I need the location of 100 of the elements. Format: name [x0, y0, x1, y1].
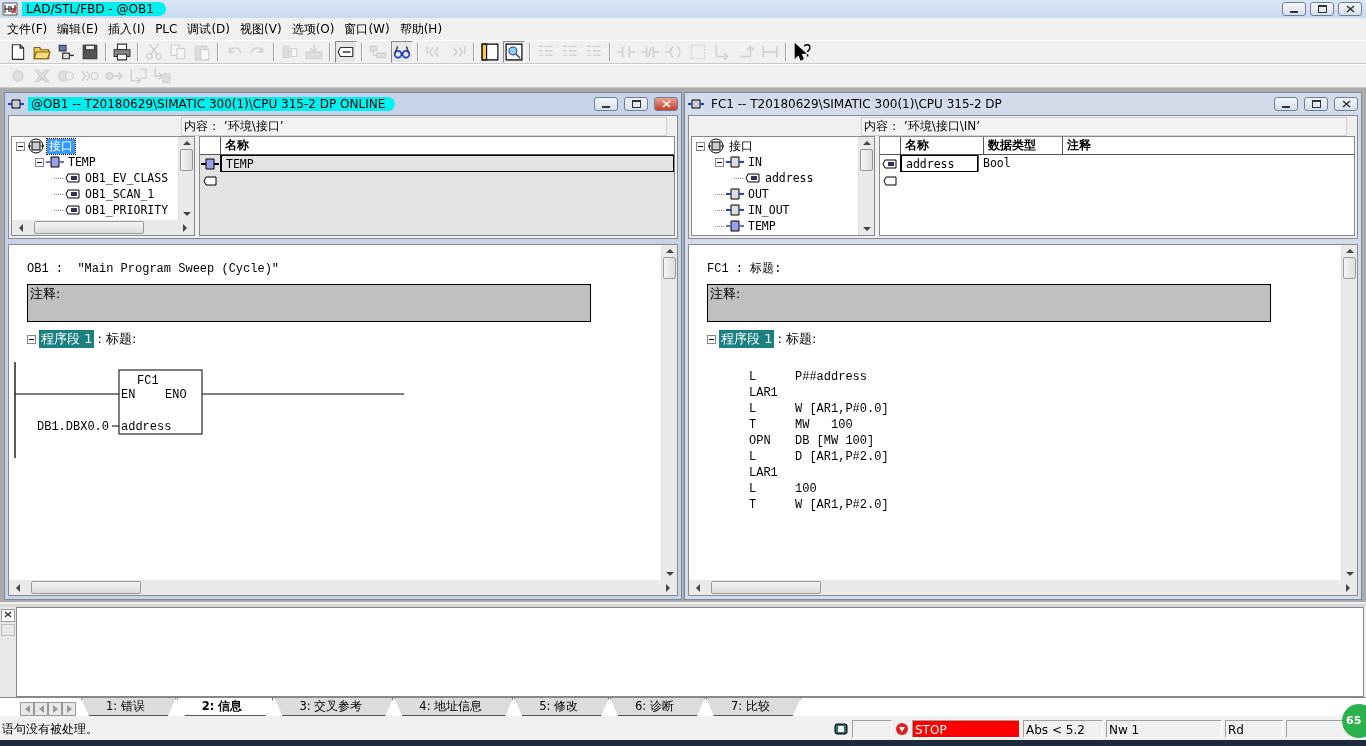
scrollbar[interactable]	[1341, 245, 1357, 580]
wire	[111, 425, 120, 427]
network-label[interactable]: 程序段 1	[719, 330, 775, 348]
menu-item[interactable]: 编辑(E)	[52, 20, 104, 38]
block-icon	[201, 157, 219, 170]
output-tab[interactable]: 7: 比较	[705, 698, 801, 716]
instruction: L	[749, 370, 758, 386]
operand: D [AR1,P#2.0]	[795, 450, 889, 466]
column-header: 数据类型	[983, 137, 1062, 154]
tag-icon[interactable]	[335, 41, 357, 63]
tree-item[interactable]: OUT	[746, 187, 771, 201]
column-header: 注释	[1062, 137, 1354, 154]
output-tab[interactable]: 3: 交叉参考	[274, 698, 394, 716]
output-tab[interactable]: 4: 地址信息	[394, 698, 514, 716]
scrollbar[interactable]	[178, 137, 194, 220]
scrollbar[interactable]	[12, 220, 194, 235]
network-label[interactable]: 程序段 1	[39, 330, 95, 348]
table-cell: Bool	[978, 155, 1052, 172]
instruction: L	[749, 402, 758, 418]
operating-mode: STOP	[912, 720, 1020, 738]
menu-item[interactable]: 窗口(W)	[339, 20, 395, 38]
close-icon	[4, 611, 12, 618]
collapse-icon[interactable]	[16, 141, 25, 151]
minimize-button[interactable]	[1282, 2, 1306, 16]
variable-icon	[882, 157, 898, 170]
instruction: LAR1	[749, 386, 779, 402]
scrollbar[interactable]	[689, 580, 1357, 595]
block-icon	[726, 188, 744, 200]
comment-field[interactable]: 注释:	[707, 284, 1271, 322]
collapse-icon[interactable]	[696, 141, 705, 151]
instruction: LAR1	[749, 466, 779, 482]
window-title: FC1 -- T20180629\SIMATIC 300(1)\CPU 315-2 DP	[710, 97, 1003, 111]
block-icon	[8, 98, 24, 110]
tab-scroll-button[interactable]	[34, 702, 48, 716]
tab-scroll-button[interactable]	[20, 702, 34, 716]
close-icon	[1345, 5, 1355, 13]
operand: DB1.DBX0.0	[37, 420, 109, 434]
content-path: 内容： ’环境\接口\IN’	[861, 116, 1347, 136]
close-button[interactable]	[1338, 2, 1362, 16]
magnifier-icon[interactable]	[503, 41, 525, 63]
collapse-icon[interactable]	[715, 157, 724, 167]
variable-icon	[745, 172, 761, 184]
block-icon	[726, 220, 744, 232]
close-button[interactable]	[1, 609, 15, 622]
tree-item[interactable]: OB1_PRIORITY	[83, 203, 171, 217]
output-tab[interactable]: 2: 信息	[176, 698, 274, 716]
block-name: FC1	[137, 374, 159, 388]
minimize-button[interactable]	[594, 97, 618, 111]
collapse-icon[interactable]	[27, 334, 36, 344]
tree-item[interactable]: IN	[746, 155, 764, 169]
window-title: @OB1 -- T20180629\SIMATIC 300(1)\CPU 315-2 DP ONLINE	[28, 97, 396, 111]
new-row-icon	[203, 175, 217, 186]
menu-item[interactable]: PLC	[150, 22, 183, 36]
scrollbar[interactable]	[858, 137, 874, 235]
menu-item[interactable]: 插入(I)	[103, 20, 151, 38]
close-button[interactable]	[1334, 97, 1358, 111]
tree-item[interactable]: TEMP	[746, 219, 778, 233]
block-icon	[46, 156, 64, 168]
collapse-icon[interactable]	[35, 157, 44, 167]
collapse-icon[interactable]	[707, 334, 716, 344]
scrollbar[interactable]	[9, 580, 677, 595]
tree-item[interactable]: address	[763, 171, 816, 185]
block-icon	[726, 204, 744, 216]
panel-icon[interactable]	[479, 41, 501, 63]
block-header: FC1 : 标题:	[707, 261, 783, 278]
menu-item[interactable]: 选项(O)	[286, 20, 340, 38]
network-title: : 标题:	[97, 330, 137, 348]
operand: W [AR1,P#2.0]	[795, 498, 889, 514]
block-header: OB1 : ″Main Program Sweep (Cycle)″	[27, 261, 281, 278]
output-tab[interactable]: 5: 修改	[514, 698, 610, 716]
menu-item[interactable]: 视图(V)	[235, 20, 287, 38]
minimize-button[interactable]	[1274, 97, 1298, 111]
output-tab[interactable]: 1: 错误	[81, 698, 176, 716]
glasses-icon[interactable]	[391, 41, 413, 63]
comment-field[interactable]: 注释:	[27, 284, 591, 322]
tree-item[interactable]: TEMP	[66, 155, 98, 169]
tab-scroll-button[interactable]	[48, 702, 62, 716]
restore-button[interactable]	[624, 97, 648, 111]
status-field	[852, 720, 892, 738]
restore-button[interactable]	[1310, 2, 1334, 16]
window-title: LAD/STL/FBD - @OB1	[22, 2, 166, 16]
stop-icon	[895, 722, 909, 736]
variable-icon	[65, 172, 81, 184]
print-icon[interactable]	[111, 41, 133, 63]
output-tab[interactable]: 6: 诊断	[610, 698, 705, 716]
tree-item[interactable]: OB1_SCAN_1	[83, 187, 157, 201]
column-header: 名称	[220, 137, 674, 154]
scrollbar[interactable]	[661, 245, 677, 580]
tree-item[interactable]: OB1_EV_CLASS	[83, 171, 171, 185]
menu-item[interactable]: 调试(D)	[182, 20, 236, 38]
status-field: Nw 1	[1106, 720, 1222, 738]
variable-icon	[65, 204, 81, 216]
tab-scroll-button[interactable]	[62, 702, 76, 716]
tree-item[interactable]: IN_OUT	[746, 203, 792, 217]
restore-button[interactable]	[1304, 97, 1328, 111]
instruction: L	[749, 450, 758, 466]
tree-item[interactable]: 接口	[727, 138, 755, 154]
menu-item[interactable]: 帮助(H)	[394, 20, 448, 38]
menu-item[interactable]: 文件(F)	[2, 20, 53, 38]
pin-label: address	[121, 420, 172, 434]
